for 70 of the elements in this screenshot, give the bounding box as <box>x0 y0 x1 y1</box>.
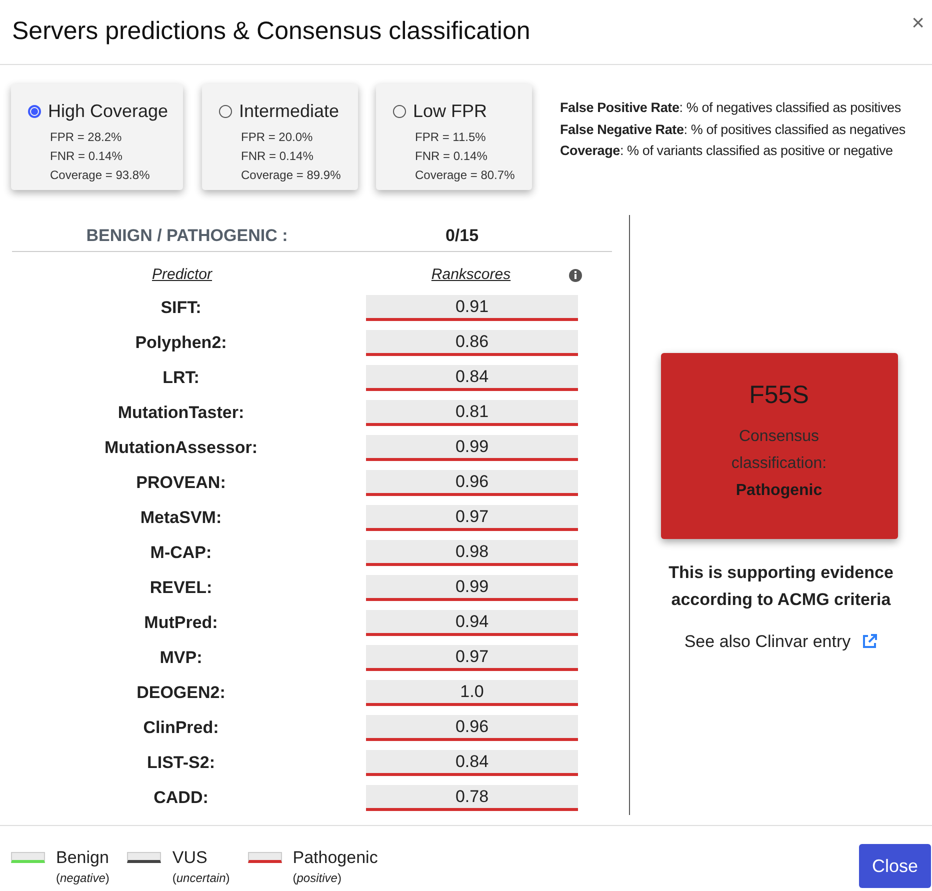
threshold-label: Low FPR <box>413 100 488 123</box>
score-cell: 0.91 <box>366 294 578 320</box>
predictor-name: LIST-S2: <box>146 752 216 774</box>
summary-label: BENIGN / PATHOGENIC : <box>85 224 289 247</box>
threshold-label: Intermediate <box>239 100 340 123</box>
radio-button[interactable] <box>219 105 232 118</box>
evidence-text: This is supporting evidence according to ACMG criteria <box>668 562 894 611</box>
score-cell: 0.86 <box>366 330 578 356</box>
predictor-name: MutationAssessor: <box>103 436 259 459</box>
summary-value: 0/15 <box>444 224 480 247</box>
metric-text: Coverage = 80.7% <box>414 167 516 184</box>
info-icon[interactable] <box>569 268 582 282</box>
score-cell: 0.94 <box>366 610 578 636</box>
predictor-name: PROVEAN: <box>135 472 227 494</box>
external-link-icon <box>860 633 878 650</box>
predictor-name: MutationTaster: <box>116 402 246 424</box>
metric-text: FNR = 0.14% <box>240 148 314 165</box>
predictor-name: ClinPred: <box>142 716 220 739</box>
radio-button[interactable] <box>393 105 406 118</box>
metric-text: FNR = 0.14% <box>49 148 124 165</box>
dialog-title: Servers predictions & Consensus classification <box>12 16 530 48</box>
score-cell: 0.97 <box>366 504 578 530</box>
predictor-name: SIFT: <box>160 296 202 319</box>
predictor-name: MutPred: <box>143 612 219 634</box>
score-cell: 0.78 <box>366 784 578 810</box>
threshold-card[interactable]: Low FPR FPR = 11.5% FNR = 0.14% Coverage = 80.7% <box>376 84 532 190</box>
legend-label: Pathogenic <box>292 848 378 868</box>
score-cell: 1.0 <box>366 680 578 706</box>
legend-note: (uncertain) <box>172 870 230 887</box>
score-cell: 0.84 <box>366 364 578 390</box>
legend-label: VUS <box>172 848 208 868</box>
score-cell: 0.96 <box>366 470 578 496</box>
predictor-name: CADD: <box>152 786 210 809</box>
predictor-name: MetaSVM: <box>139 506 223 529</box>
definition-text: False Negative Rate: % of positives classified as negatives <box>560 120 906 139</box>
predictor-name: M-CAP: <box>149 542 213 564</box>
predictor-name: Polyphen2: <box>134 332 228 354</box>
score-cell: 0.84 <box>366 750 578 776</box>
metric-text: FPR = 28.2% <box>49 129 123 146</box>
metric-text: Coverage = 89.9% <box>240 167 342 184</box>
consensus-label: Consensus classification: <box>730 426 828 474</box>
legend-label: Benign <box>56 848 110 868</box>
metric-text: FPR = 11.5% <box>414 129 487 146</box>
score-cell: 0.81 <box>366 400 578 426</box>
column-header: Rankscores <box>431 264 511 285</box>
score-cell: 0.97 <box>366 644 578 670</box>
threshold-card[interactable]: High Coverage FPR = 28.2% FNR = 0.14% Coverage = 93.8% <box>11 84 183 190</box>
legend-note: (negative) <box>56 870 110 887</box>
consensus-classification: Pathogenic <box>736 480 822 500</box>
legend-note: (positive) <box>292 870 342 887</box>
threshold-label: High Coverage <box>48 100 168 123</box>
definition-text: False Positive Rate: % of negatives classified as positives <box>560 99 902 117</box>
metric-text: FNR = 0.14% <box>414 148 488 165</box>
predictor-name: MVP: <box>158 646 204 669</box>
score-cell: 0.98 <box>366 540 578 566</box>
radio-button[interactable] <box>28 105 41 118</box>
predictor-name: DEOGEN2: <box>136 682 226 704</box>
score-cell: 0.99 <box>366 574 578 600</box>
predictor-name: REVEL: <box>148 576 214 599</box>
close-button[interactable]: Close <box>859 844 931 888</box>
variant-name: F55S <box>749 380 809 411</box>
definition-text: Coverage: % of variants classified as positive or negative <box>560 142 894 160</box>
column-header: Predictor <box>152 264 212 285</box>
threshold-card[interactable]: Intermediate FPR = 20.0% FNR = 0.14% Coverage = 89.9% <box>202 84 358 190</box>
score-cell: 0.96 <box>366 714 578 740</box>
metric-text: FPR = 20.0% <box>240 129 314 146</box>
metric-text: Coverage = 93.8% <box>49 167 151 184</box>
predictor-name: LRT: <box>162 366 200 389</box>
clinvar-link[interactable]: See also Clinvar entry <box>684 629 878 654</box>
score-cell: 0.99 <box>366 434 578 460</box>
